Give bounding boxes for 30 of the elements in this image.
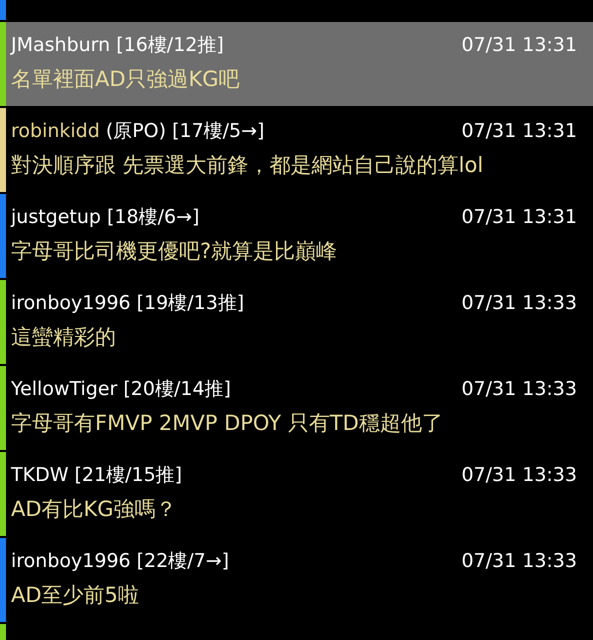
comment-text: AD有比KG強嗎？ — [11, 496, 177, 523]
author-name: ironboy1996 — [11, 549, 131, 574]
floor-info: [20樓/14推] — [123, 377, 231, 402]
floor-info: [18樓/6→] — [106, 205, 200, 230]
author-name: JMashburn — [11, 33, 110, 58]
comment-text: 字母哥比司機更優吧?就算是比巔峰 — [11, 238, 338, 265]
comment-time: 07/31 13:33 — [461, 377, 577, 402]
comment-time: 07/31 13:31 — [461, 205, 577, 230]
floor-info: [22樓/7→] — [136, 549, 230, 574]
comment-text: 對決順序跟 先票選大前鋒，都是網站自己說的算lol — [11, 152, 484, 179]
comment-text: 字母哥有FMVP 2MVP DPOY 只有TD穩超他了 — [11, 410, 443, 437]
comment-time: 07/31 13:31 — [461, 33, 577, 58]
author-name: robinkidd — [11, 119, 100, 144]
floor-info: [19樓/13推] — [136, 291, 244, 316]
comment-text: 名單裡面AD只強過KG吧 — [11, 66, 240, 93]
op-tag: (原PO) — [106, 118, 166, 144]
author-name: TKDW — [11, 463, 68, 488]
floor-info: [17樓/5→] — [172, 119, 264, 144]
comment-time: 07/31 13:33 — [461, 291, 577, 316]
author-name: justgetup — [11, 205, 101, 230]
comment-text: AD至少前5啦 — [11, 582, 139, 609]
comment-text: 這蠻精彩的 — [11, 324, 116, 351]
comment-row[interactable]: JMashburn [16樓/12推] 07/31 13:31 名單裡面AD只強過KG吧 — [0, 22, 593, 106]
author-name: YellowTiger — [11, 377, 118, 402]
comment-time: 07/31 13:31 — [461, 119, 577, 144]
comment-time: 07/31 13:33 — [461, 463, 577, 488]
comment-time: 07/31 13:33 — [461, 549, 577, 574]
floor-info: [16樓/12推] — [116, 33, 224, 58]
floor-info: [21樓/15推] — [74, 463, 182, 488]
author-name: ironboy1996 — [11, 291, 131, 316]
